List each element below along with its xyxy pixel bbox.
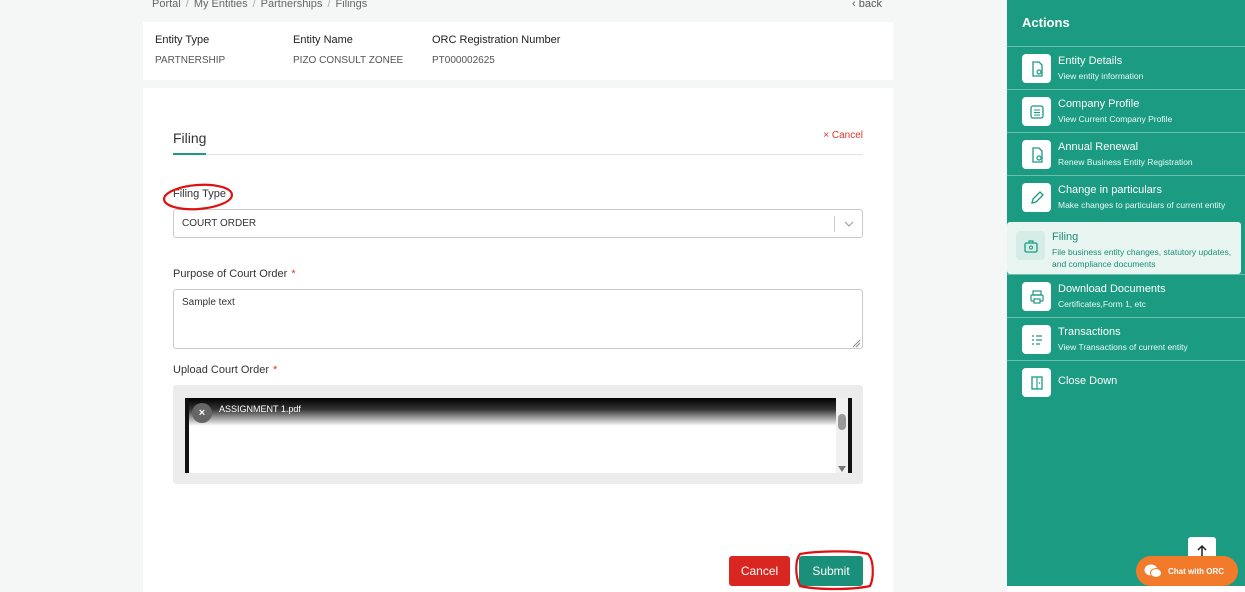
printer-icon [1022, 282, 1051, 311]
list-icon [1022, 97, 1051, 126]
sidebar-item-title: Change in particulars [1058, 184, 1162, 196]
filing-form: Filing × Cancel Filing Type COURT ORDER … [143, 88, 893, 592]
sidebar-item-title: Filing [1052, 231, 1079, 243]
sidebar-item-entity-details[interactable]: Entity Details View entity information [1007, 46, 1245, 89]
file-scrollbar[interactable] [836, 398, 848, 473]
cancel-button[interactable]: Cancel [729, 556, 790, 586]
cancel-link[interactable]: × Cancel [823, 130, 863, 141]
sidebar-item-transactions[interactable]: Transactions View Transactions of curren… [1007, 317, 1245, 360]
scrollbar-thumb[interactable] [838, 414, 846, 430]
entity-name-value: PIZO CONSULT ZONEE [293, 55, 404, 66]
sidebar-item-title: Annual Renewal [1058, 141, 1139, 153]
tab-filing[interactable]: Filing [173, 130, 207, 155]
scroll-down-arrow-icon[interactable] [838, 466, 846, 472]
required-marker: * [291, 268, 296, 280]
submit-button[interactable]: Submit [799, 556, 863, 586]
sidebar-item-download-documents[interactable]: Download Documents Certificates,Form 1, … [1007, 274, 1245, 317]
sidebar-item-annual-renewal[interactable]: Annual Renewal Renew Business Entity Reg… [1007, 132, 1245, 175]
breadcrumb-portal[interactable]: Portal [152, 0, 181, 10]
door-icon [1022, 368, 1051, 397]
sidebar-item-desc: View Transactions of current entity [1058, 342, 1188, 352]
chat-with-orc-button[interactable]: Chat with ORC [1136, 556, 1238, 586]
select-divider [834, 216, 835, 232]
sidebar-item-title: Download Documents [1058, 283, 1166, 295]
back-label: back [858, 0, 882, 10]
entity-summary-card: Entity Type PARTNERSHIP Entity Name PIZO… [143, 22, 893, 80]
filing-type-select[interactable]: COURT ORDER [173, 209, 863, 238]
breadcrumb-partnerships[interactable]: Partnerships [261, 0, 323, 10]
purpose-label-text: Purpose of Court Order [173, 268, 288, 280]
entity-type-column: Entity Type PARTNERSHIP [155, 34, 225, 66]
transactions-icon [1022, 325, 1051, 354]
chat-bubbles-icon [1144, 564, 1162, 578]
actions-title: Actions [1022, 15, 1070, 30]
briefcase-icon [1016, 231, 1045, 260]
sidebar-item-title: Entity Details [1058, 55, 1123, 67]
sidebar-item-desc: Certificates,Form 1, etc [1058, 299, 1146, 309]
orc-number-value: PT000002625 [432, 55, 495, 66]
file-refresh-icon [1022, 140, 1051, 169]
back-link[interactable]: ‹ back [852, 0, 882, 10]
sidebar-item-title: Close Down [1058, 375, 1118, 387]
upload-dropzone[interactable]: × ASSIGNMENT 1.pdf [173, 385, 863, 484]
purpose-textarea[interactable] [173, 289, 863, 349]
orc-number-label: ORC Registration Number [432, 34, 561, 46]
filing-type-label-text: Filing Type [173, 188, 226, 200]
sidebar-item-desc: View Current Company Profile [1058, 114, 1173, 124]
remove-file-button[interactable]: × [192, 403, 212, 423]
resize-grip-icon[interactable] [851, 338, 861, 348]
filing-type-value: COURT ORDER [182, 218, 257, 229]
sidebar-item-filing[interactable]: Filing File business entity changes, sta… [1007, 222, 1241, 274]
sidebar-item-title: Transactions [1058, 326, 1121, 338]
sidebar-item-desc: File business entity changes, statutory … [1052, 247, 1232, 269]
actions-sidebar: Actions Entity Details View entity infor… [1007, 0, 1245, 586]
pencil-icon [1022, 183, 1051, 212]
chevron-down-icon [844, 221, 854, 227]
entity-name-column: Entity Name PIZO CONSULT ZONEE [293, 34, 403, 66]
sidebar-item-desc: Renew Business Entity Registration [1058, 157, 1193, 167]
breadcrumb-filings: Filings [335, 0, 368, 10]
main-content: Portal / My Entities / Partnerships / Filings … [0, 0, 1007, 592]
upload-label: Upload Court Order * [173, 364, 277, 376]
orc-number-column: ORC Registration Number PT000002625 [432, 34, 560, 66]
sidebar-item-title: Company Profile [1058, 98, 1140, 110]
breadcrumb: Portal / My Entities / Partnerships / Filings [152, 0, 368, 10]
sidebar-item-company-profile[interactable]: Company Profile View Current Company Pro… [1007, 89, 1245, 132]
purpose-label: Purpose of Court Order * [173, 268, 296, 280]
uploaded-file-item: × ASSIGNMENT 1.pdf [185, 398, 852, 473]
filing-type-label: Filing Type [173, 188, 226, 200]
entity-type-value: PARTNERSHIP [155, 55, 226, 66]
sidebar-item-desc: Make changes to particulars of current e… [1058, 200, 1226, 210]
entity-type-label: Entity Type [155, 34, 210, 46]
form-tabbar: Filing × Cancel [173, 130, 863, 155]
entity-name-label: Entity Name [293, 34, 353, 46]
sidebar-item-close-down[interactable]: Close Down [1007, 360, 1245, 403]
sidebar-item-change-in-particulars[interactable]: Change in particulars Make changes to pa… [1007, 175, 1245, 222]
upload-label-text: Upload Court Order [173, 364, 269, 376]
breadcrumb-my-entities[interactable]: My Entities [194, 0, 248, 10]
file-name: ASSIGNMENT 1.pdf [219, 404, 301, 414]
file-eye-icon [1022, 54, 1051, 83]
chevron-left-icon: ‹ [852, 0, 859, 10]
actions-list: Entity Details View entity information C… [1007, 46, 1245, 403]
required-marker: * [273, 364, 278, 376]
sidebar-item-desc: View entity information [1058, 71, 1144, 81]
chat-label: Chat with ORC [1168, 566, 1224, 576]
